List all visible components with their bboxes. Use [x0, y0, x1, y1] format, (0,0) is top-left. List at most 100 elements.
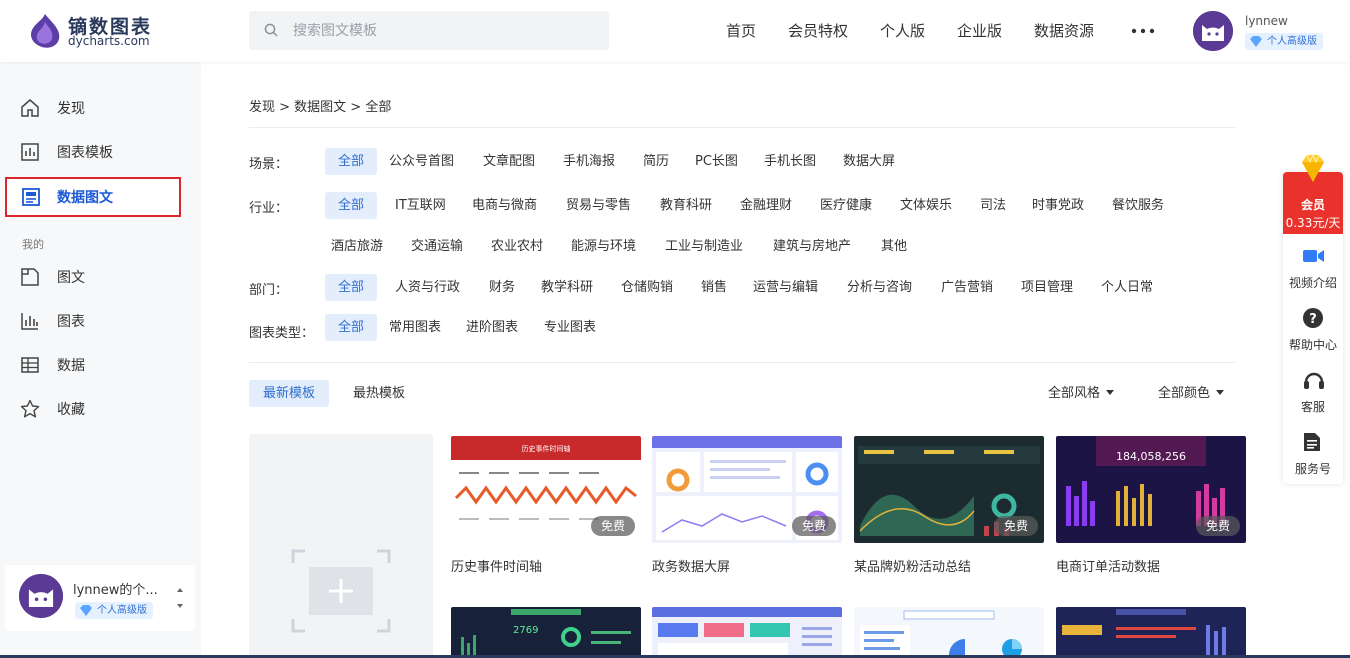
avatar[interactable]: [1193, 11, 1233, 51]
document-chart-icon: [22, 188, 40, 206]
float-item-label: 帮助中心: [1288, 338, 1337, 352]
nav-personal[interactable]: 个人版: [880, 20, 925, 41]
sidebar-item-discover[interactable]: 发现: [0, 88, 201, 128]
sidebar-item-chart-templates[interactable]: 图表模板: [0, 132, 201, 172]
filter-label-scene: 场景：: [249, 157, 289, 172]
membership-badge: 个人高级版: [1245, 33, 1323, 50]
help-center-button[interactable]: ? 帮助中心: [1283, 308, 1343, 368]
sidebar-item-my-data[interactable]: 数据: [0, 345, 201, 385]
filter-scene-option[interactable]: 手机海报: [563, 148, 615, 175]
nav-enterprise[interactable]: 企业版: [957, 20, 1002, 41]
floating-service-panel: 会员 0.33元/天 视频介绍 ? 帮助中心 客服 服务号: [1283, 172, 1343, 484]
official-account-button[interactable]: 服务号: [1283, 432, 1343, 492]
sidebar-item-my-charts[interactable]: 图表: [0, 301, 201, 341]
search-icon: [264, 23, 278, 37]
tab-hottest[interactable]: 最热模板: [353, 380, 405, 407]
template-name: 政务数据大屏: [652, 560, 731, 575]
star-icon: [20, 399, 40, 418]
filter-industry-all[interactable]: 全部: [325, 192, 377, 219]
filter-dept-option[interactable]: 人资与行政: [395, 274, 460, 301]
filter-industry-option[interactable]: 能源与环境: [571, 233, 636, 260]
sidebar: 发现 图表模板 数据图文 我的 图文 图表 数据 收藏 lynnew的个... …: [0, 62, 201, 658]
filter-industry-option[interactable]: 文体娱乐: [900, 192, 952, 219]
filter-dept-option[interactable]: 项目管理: [1021, 274, 1073, 301]
nav-home[interactable]: 首页: [726, 20, 756, 41]
nav-data-resources[interactable]: 数据资源: [1034, 20, 1094, 41]
filter-charttype-option[interactable]: 常用图表: [389, 314, 441, 341]
filter-industry-option[interactable]: 餐饮服务: [1112, 192, 1164, 219]
filter-charttype-all[interactable]: 全部: [325, 314, 377, 341]
add-icon: [291, 549, 391, 633]
logo[interactable]: 镝数图表 dycharts.com: [28, 11, 168, 51]
filter-dept-option[interactable]: 分析与咨询: [847, 274, 912, 301]
document-icon: [1304, 433, 1320, 451]
filter-industry-option[interactable]: 司法: [980, 192, 1006, 219]
style-dropdown[interactable]: 全部风格: [1048, 382, 1115, 401]
svg-text:?: ?: [1309, 312, 1317, 327]
filter-industry-option[interactable]: 建筑与房地产: [773, 233, 851, 260]
sidebar-item-label: 数据: [57, 358, 85, 374]
filter-scene-option[interactable]: PC长图: [695, 148, 738, 175]
filter-scene-option[interactable]: 公众号首图: [389, 148, 454, 175]
filter-industry-option[interactable]: 其他: [881, 233, 907, 260]
search-box[interactable]: [249, 11, 609, 50]
svg-text:2769: 2769: [513, 625, 538, 636]
nav-membership[interactable]: 会员特权: [788, 20, 848, 41]
filter-dept-option[interactable]: 仓储购销: [621, 274, 673, 301]
filter-industry-option[interactable]: 金融理财: [740, 192, 792, 219]
sidebar-item-label: 图表: [57, 314, 85, 330]
filter-dept-all[interactable]: 全部: [325, 274, 377, 301]
sidebar-item-label: 收藏: [57, 402, 85, 418]
filter-industry-option[interactable]: 酒店旅游: [331, 233, 383, 260]
tab-latest[interactable]: 最新模板: [249, 380, 329, 407]
create-blank-card[interactable]: [249, 434, 433, 658]
filter-dept-option[interactable]: 教学科研: [541, 274, 593, 301]
video-intro-button[interactable]: 视频介绍: [1283, 246, 1343, 306]
sidebar-item-data-graphics[interactable]: 数据图文: [5, 177, 181, 217]
filter-charttype-option[interactable]: 进阶图表: [466, 314, 518, 341]
customer-service-button[interactable]: 客服: [1283, 370, 1343, 430]
filter-industry-option[interactable]: 工业与制造业: [665, 233, 743, 260]
filter-industry-option[interactable]: 农业农村: [491, 233, 543, 260]
sidebar-item-my-graphics[interactable]: 图文: [0, 257, 201, 297]
filter-scene-option[interactable]: 手机长图: [764, 148, 816, 175]
filter-scene-option[interactable]: 文章配图: [483, 148, 535, 175]
caret-down-icon: [1106, 390, 1115, 395]
sidebar-item-favorites[interactable]: 收藏: [0, 389, 201, 429]
color-dropdown-label: 全部颜色: [1158, 386, 1211, 401]
filter-industry-option[interactable]: 电商与微商: [472, 192, 537, 219]
filter-dept-option[interactable]: 广告营销: [941, 274, 993, 301]
divider: [249, 362, 1235, 363]
filter-dept-option[interactable]: 财务: [489, 274, 515, 301]
avatar: [19, 574, 63, 618]
filter-industry-option[interactable]: 医疗健康: [820, 192, 872, 219]
filter-scene-all[interactable]: 全部: [325, 148, 377, 175]
float-item-label: 服务号: [1294, 462, 1331, 476]
workspace-switcher[interactable]: lynnew的个... 个人高级版: [5, 565, 195, 631]
sidebar-item-label: 图表模板: [57, 145, 113, 161]
filter-label-dept: 部门：: [249, 283, 289, 298]
filter-dept-option[interactable]: 销售: [701, 274, 727, 301]
filter-scene-option[interactable]: 数据大屏: [843, 148, 895, 175]
float-item-label: 客服: [1300, 400, 1325, 414]
filter-industry-option[interactable]: 时事党政: [1032, 192, 1084, 219]
help-icon: ?: [1303, 308, 1323, 328]
diamond-icon: [80, 605, 92, 616]
filter-dept-option[interactable]: 个人日常: [1101, 274, 1153, 301]
filter-industry-option[interactable]: 交通运输: [411, 233, 463, 260]
filter-industry-option[interactable]: 贸易与零售: [566, 192, 631, 219]
vip-gem-icon: [1302, 153, 1324, 182]
filter-charttype-option[interactable]: 专业图表: [544, 314, 596, 341]
sidebar-item-label: 数据图文: [57, 190, 113, 206]
search-input[interactable]: [293, 20, 593, 42]
filter-dept-option[interactable]: 运营与编辑: [753, 274, 818, 301]
color-dropdown[interactable]: 全部颜色: [1158, 382, 1225, 401]
main-content: 发现 > 数据图文 > 全部 场景： 全部 公众号首图 文章配图 手机海报 简历…: [201, 62, 1350, 658]
template-name: 某品牌奶粉活动总结: [854, 560, 972, 575]
more-icon[interactable]: [1131, 23, 1155, 39]
diamond-icon: [1250, 36, 1262, 47]
switch-arrows-icon[interactable]: [176, 585, 184, 611]
filter-scene-option[interactable]: 简历: [643, 148, 669, 175]
filter-industry-option[interactable]: 教育科研: [660, 192, 712, 219]
filter-industry-option[interactable]: IT互联网: [395, 192, 446, 219]
